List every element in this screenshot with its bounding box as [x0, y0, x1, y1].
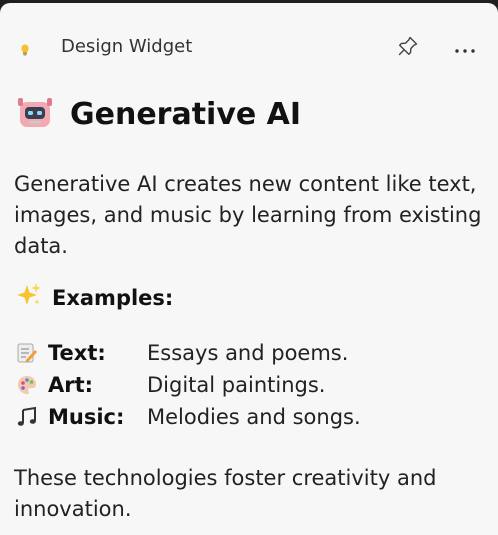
widget-window: Design Widget Generative AI Generative A…: [0, 3, 498, 535]
lightbulb-icon: [20, 41, 30, 56]
widget-title: Design Widget: [61, 36, 193, 57]
robot-emoji-icon: [16, 93, 54, 135]
example-name: Text:: [48, 341, 106, 365]
music-notes-emoji-icon: [16, 406, 38, 428]
example-name: Art:: [48, 373, 94, 397]
more-horizontal-icon: [454, 39, 476, 58]
palette-emoji-icon: [16, 374, 38, 396]
widget-header: Design Widget: [0, 3, 498, 85]
sparkles-emoji-icon: [16, 282, 42, 313]
list-item: Art: Digital paintings.: [16, 369, 486, 401]
pin-icon: [397, 35, 419, 61]
list-item: Music: Melodies and songs.: [16, 401, 486, 433]
page-title: Generative AI: [70, 96, 302, 132]
examples-heading: Examples:: [16, 282, 173, 313]
memo-emoji-icon: [16, 342, 38, 364]
intro-paragraph: Generative AI creates new content like t…: [14, 172, 482, 258]
list-item: Text: Essays and poems.: [16, 337, 486, 369]
example-desc: Digital paintings.: [147, 373, 326, 397]
examples-label: Examples:: [52, 285, 174, 310]
pin-button[interactable]: [393, 33, 423, 63]
examples-list: Text: Essays and poems. Art: Digital pai…: [16, 337, 486, 433]
outro-paragraph: These technologies foster creativity and…: [14, 466, 437, 521]
example-name: Music:: [48, 405, 125, 429]
example-desc: Essays and poems.: [147, 341, 349, 365]
example-desc: Melodies and songs.: [147, 405, 361, 429]
content-heading: Generative AI: [16, 93, 301, 135]
more-options-button[interactable]: [450, 33, 480, 63]
